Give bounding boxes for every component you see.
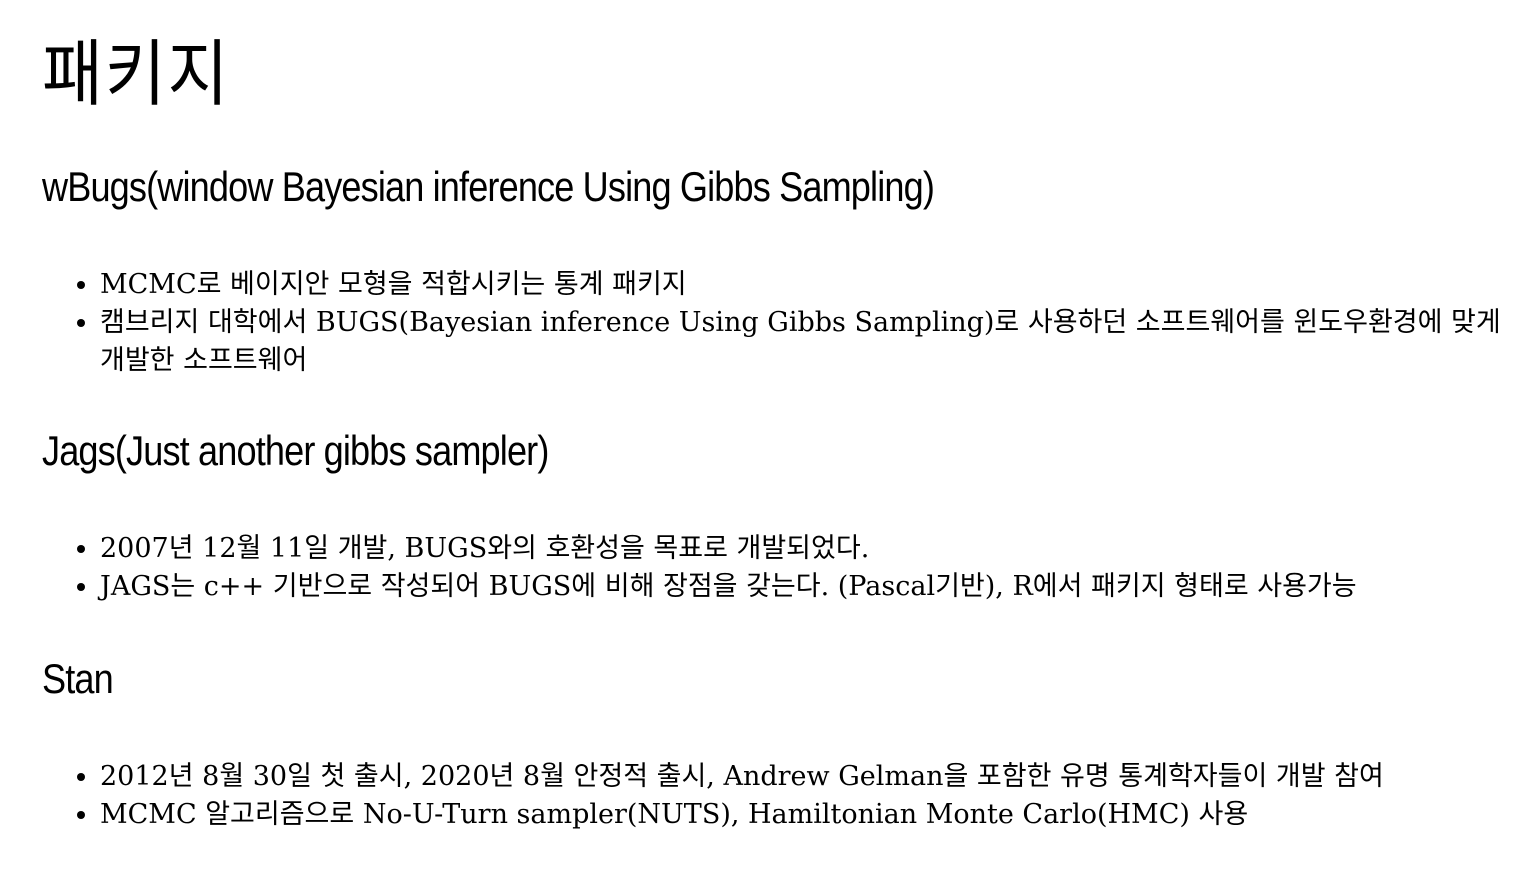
jags-bullet-list: 2007년 12월 11일 개발, BUGS와의 호환성을 목표로 개발되었다.… [42, 530, 1512, 606]
section-heading-jags: Jags(Just another gibbs sampler) [42, 427, 549, 474]
list-item: 2012년 8월 30일 첫 출시, 2020년 8월 안정적 출시, Andr… [100, 758, 1512, 796]
section-heading-stan: Stan [42, 655, 114, 702]
stan-bullet-list: 2012년 8월 30일 첫 출시, 2020년 8월 안정적 출시, Andr… [42, 758, 1512, 834]
list-item: JAGS는 c++ 기반으로 작성되어 BUGS에 비해 장점을 갖는다. (P… [100, 568, 1512, 606]
page-title: 패키지 [42, 32, 231, 116]
list-item: 캠브리지 대학에서 BUGS(Bayesian inference Using … [100, 304, 1512, 380]
section-heading-wbugs: wBugs(window Bayesian inference Using Gi… [42, 163, 935, 210]
list-item: MCMC 알고리즘으로 No-U-Turn sampler(NUTS), Ham… [100, 796, 1512, 834]
list-item: 2007년 12월 11일 개발, BUGS와의 호환성을 목표로 개발되었다. [100, 530, 1512, 568]
document-page: 패키지 wBugs(window Bayesian inference Usin… [42, 0, 1512, 834]
list-item: MCMC로 베이지안 모형을 적합시키는 통계 패키지 [100, 266, 1512, 304]
wbugs-bullet-list: MCMC로 베이지안 모형을 적합시키는 통계 패키지 캠브리지 대학에서 BU… [42, 266, 1512, 380]
